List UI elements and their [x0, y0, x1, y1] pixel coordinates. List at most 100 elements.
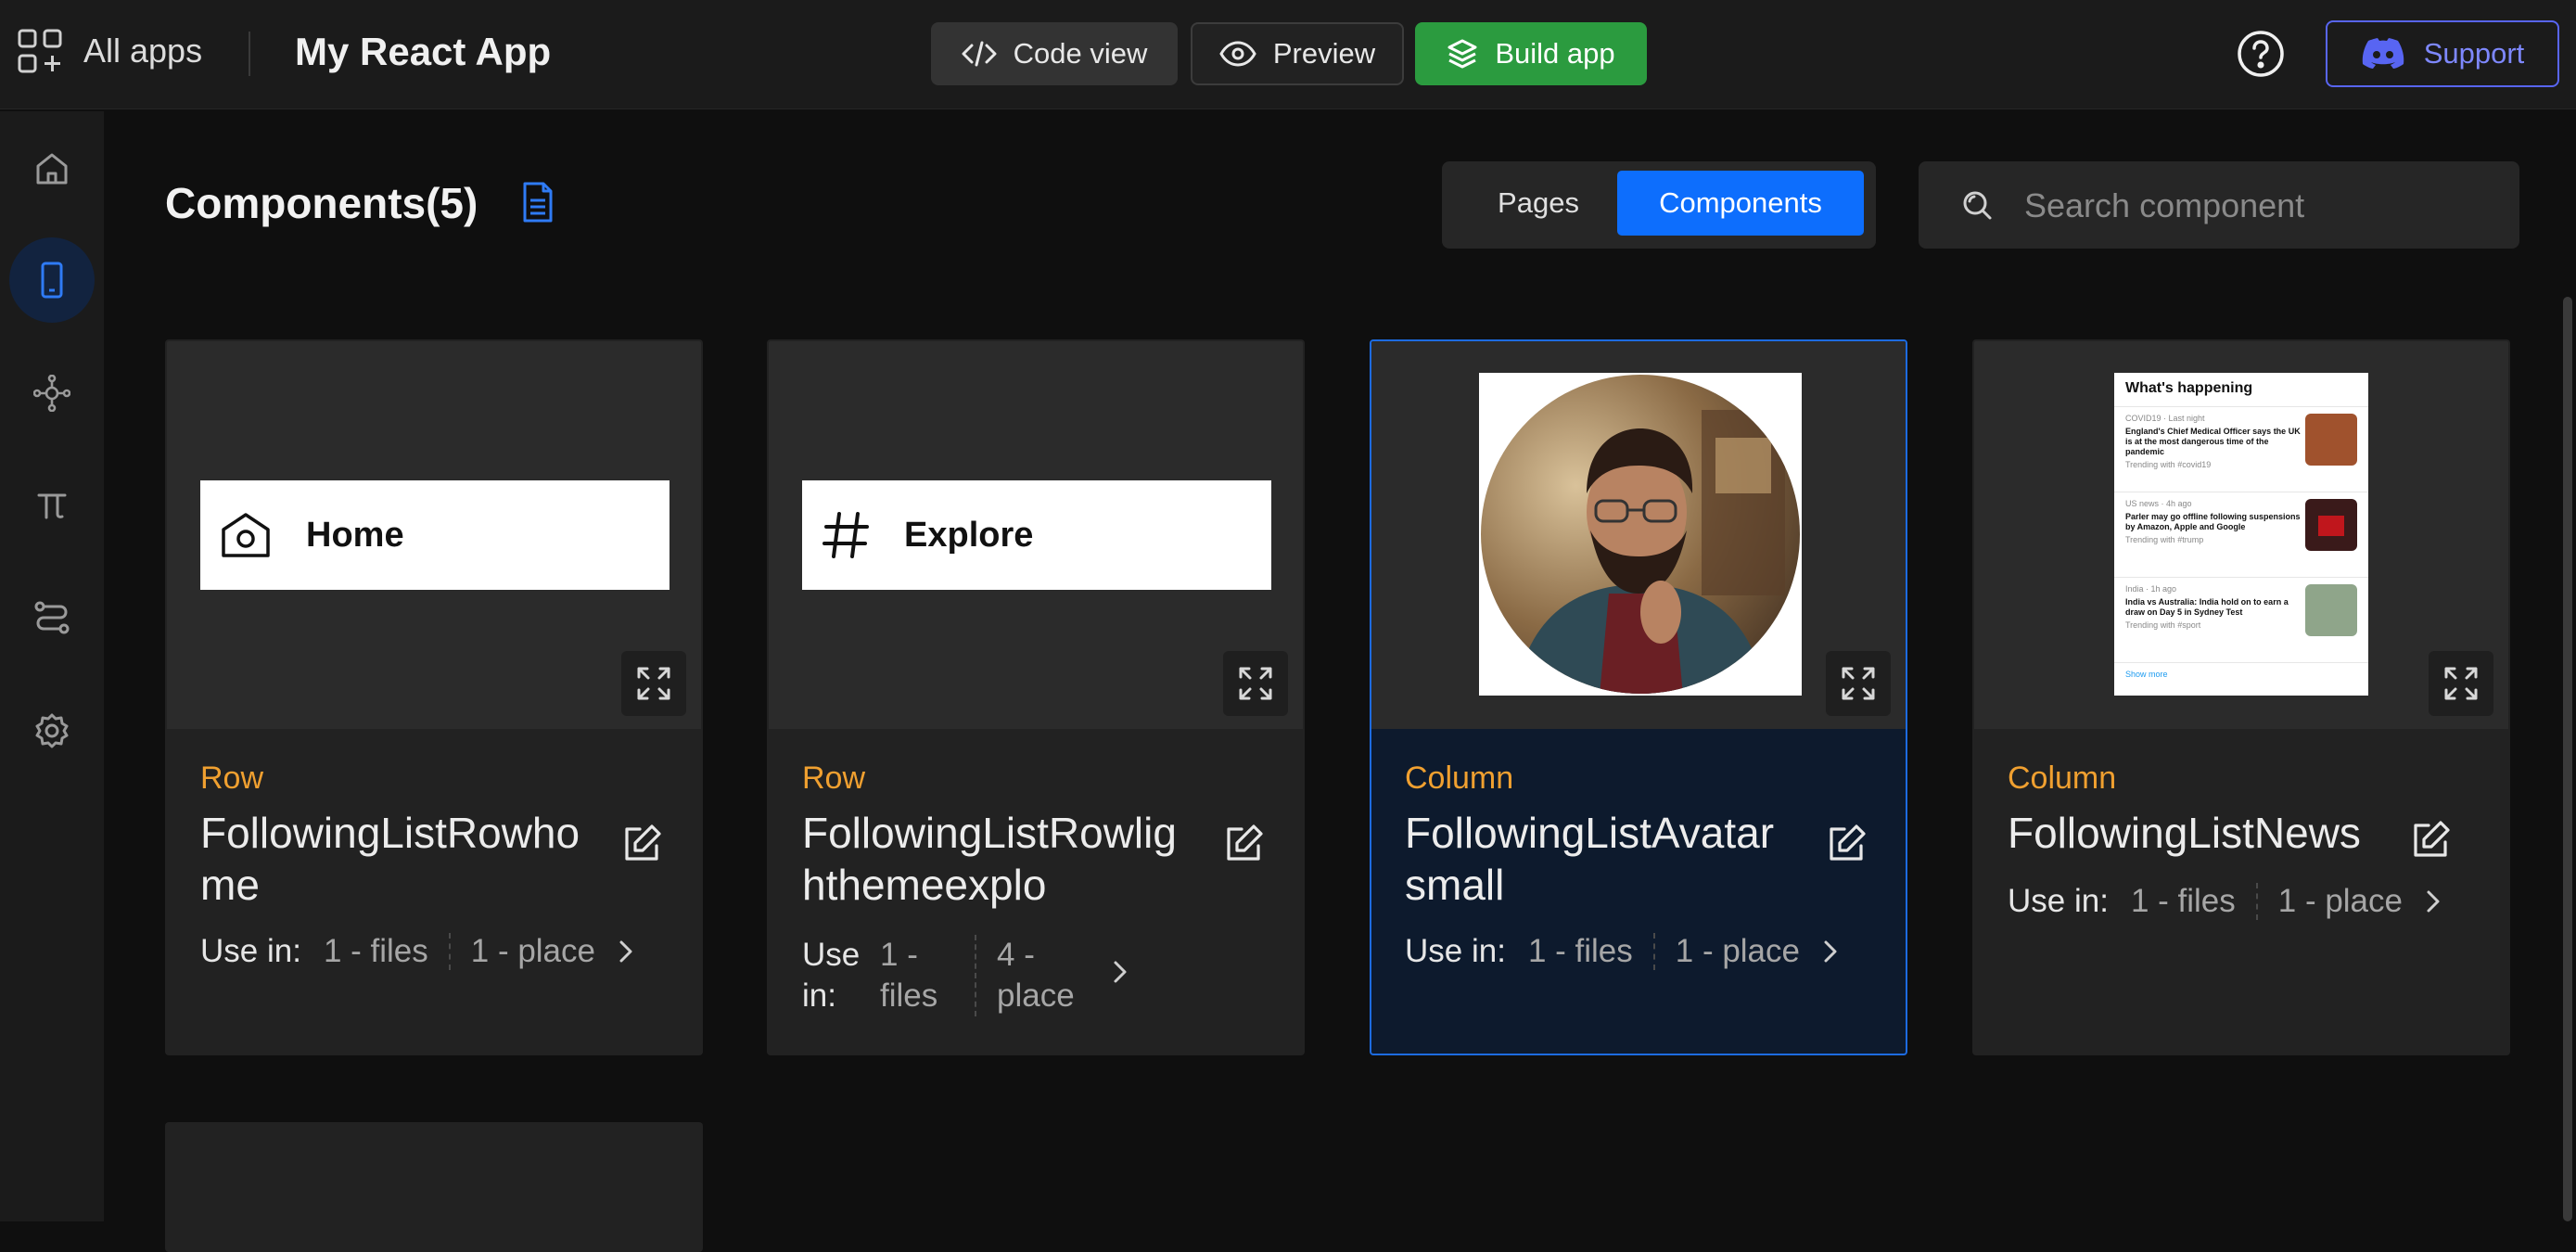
card-preview: Home [167, 341, 701, 729]
top-bar: All apps My React App Code view Preview … [0, 0, 2576, 109]
divider [249, 32, 250, 76]
support-label: Support [2423, 37, 2525, 70]
all-apps-label: All apps [83, 32, 203, 70]
show-more-link[interactable]: Show more [2125, 670, 2168, 679]
avatar-preview [1479, 373, 1802, 696]
news-meta: US news · 4h ago [2125, 499, 2192, 508]
news-headline: England's Chief Medical Officer says the… [2125, 427, 2301, 456]
expand-icon[interactable] [2429, 651, 2493, 716]
place-count: 4 - place [975, 935, 1090, 1016]
news-trend: Trending with #covid19 [2125, 460, 2212, 469]
graph-icon[interactable] [9, 351, 95, 436]
component-card[interactable] [165, 1122, 703, 1252]
place-count: 1 - place [2255, 883, 2403, 920]
home-icon[interactable] [9, 126, 95, 211]
news-item: US news · 4h ago Parler may go offline f… [2125, 499, 2307, 545]
usage-row: Use in: 1 - files 1 - place [1405, 933, 1839, 970]
place-count: 1 - place [448, 933, 595, 970]
component-name: FollowingListRowhome [200, 809, 580, 909]
preview-row: Explore [802, 480, 1271, 590]
component-card[interactable]: What's happening COVID19 · Last night En… [1972, 339, 2510, 1055]
files-count: 1 - files [1527, 933, 1633, 969]
chevron-right-icon[interactable] [2425, 888, 2442, 914]
flow-icon[interactable] [9, 575, 95, 660]
chevron-right-icon[interactable] [1112, 959, 1129, 985]
component-card[interactable]: Column FollowingListAvatarsmall Use in: … [1370, 339, 1907, 1055]
component-name: FollowingListRowlighthemeexplo [802, 809, 1177, 909]
edit-icon[interactable] [2410, 820, 2451, 861]
build-app-button[interactable]: Build app [1415, 22, 1647, 85]
edit-icon[interactable] [1826, 824, 1867, 864]
document-icon[interactable] [521, 182, 555, 223]
search-box [1919, 161, 2519, 249]
preview-row: Home [200, 480, 670, 590]
use-in-label: Use in: [2008, 883, 2109, 919]
build-app-label: Build app [1495, 37, 1615, 70]
news-item: COVID19 · Last night England's Chief Med… [2125, 414, 2307, 470]
expand-icon[interactable] [621, 651, 686, 716]
news-thumbnail [2305, 414, 2357, 466]
usage-row: Use in: 1 - files 1 - place [2008, 883, 2442, 920]
news-headline: India vs Australia: India hold on to ear… [2125, 597, 2289, 617]
tab-pages[interactable]: Pages [1453, 171, 1624, 236]
preview-label: Explore [904, 515, 1034, 555]
component-type: Row [200, 760, 264, 796]
expand-icon[interactable] [1223, 651, 1288, 716]
news-thumbnail [2305, 499, 2357, 551]
avatar [1481, 375, 1800, 694]
layers-icon [1447, 38, 1478, 70]
code-view-button[interactable]: Code view [931, 22, 1178, 85]
all-apps-link[interactable]: All apps [17, 28, 202, 74]
preview-label: Home [306, 515, 404, 555]
hashtag-icon [821, 510, 871, 560]
news-headline: Parler may go offline following suspensi… [2125, 512, 2301, 531]
edit-icon[interactable] [1223, 824, 1264, 864]
help-icon[interactable] [2237, 30, 2285, 78]
files-count: 1 - files [880, 937, 938, 1014]
apps-grid-icon [17, 28, 63, 74]
chevron-right-icon[interactable] [618, 939, 634, 965]
edit-icon[interactable] [621, 824, 662, 864]
component-name: FollowingListAvatarsmall [1405, 809, 1775, 909]
home-icon [219, 511, 273, 559]
expand-icon[interactable] [1826, 651, 1891, 716]
component-card[interactable]: Home Row FollowingListRowhome Use in: 1 … [165, 339, 703, 1055]
use-in-label: Use in: [802, 937, 861, 1014]
card-preview: Explore [769, 341, 1303, 729]
files-count: 1 - files [2130, 883, 2236, 919]
eye-icon [1219, 41, 1256, 67]
scrollbar[interactable] [2563, 297, 2572, 1221]
support-button[interactable]: Support [2326, 20, 2559, 87]
component-type: Row [802, 760, 866, 796]
code-view-label: Code view [1013, 37, 1148, 70]
news-trend: Trending with #sport [2125, 620, 2201, 630]
settings-icon[interactable] [9, 688, 95, 773]
news-item: India · 1h ago India vs Australia: India… [2125, 584, 2307, 631]
sidebar [0, 111, 104, 1221]
news-title: What's happening [2125, 380, 2253, 396]
preview-button[interactable]: Preview [1191, 22, 1404, 85]
use-in-label: Use in: [1405, 933, 1506, 969]
search-input[interactable] [2022, 182, 2490, 230]
news-meta: COVID19 · Last night [2125, 414, 2205, 423]
news-thumbnail [2305, 584, 2357, 636]
chevron-right-icon[interactable] [1822, 939, 1839, 965]
news-trend: Trending with #trump [2125, 535, 2204, 544]
component-card[interactable]: Explore Row FollowingListRowlighthemeexp… [767, 339, 1305, 1055]
discord-icon [2361, 37, 2405, 70]
card-preview [1371, 341, 1906, 729]
usage-row: Use in: 1 - files 4 - place [802, 935, 1129, 1016]
news-preview: What's happening COVID19 · Last night En… [2114, 373, 2368, 696]
component-name: FollowingListNews [2008, 809, 2361, 857]
preview-label: Preview [1272, 37, 1376, 70]
usage-row: Use in: 1 - files 1 - place [200, 933, 634, 970]
app-title: My React App [295, 30, 552, 73]
use-in-label: Use in: [200, 933, 301, 969]
pi-icon[interactable] [9, 462, 95, 547]
component-type: Column [1405, 760, 1514, 796]
mobile-icon[interactable] [9, 237, 95, 323]
tab-components[interactable]: Components [1617, 171, 1864, 236]
page-title: Components(5) [165, 179, 478, 227]
component-type: Column [2008, 760, 2117, 796]
pages-components-toggle: Pages Components [1442, 161, 1876, 249]
